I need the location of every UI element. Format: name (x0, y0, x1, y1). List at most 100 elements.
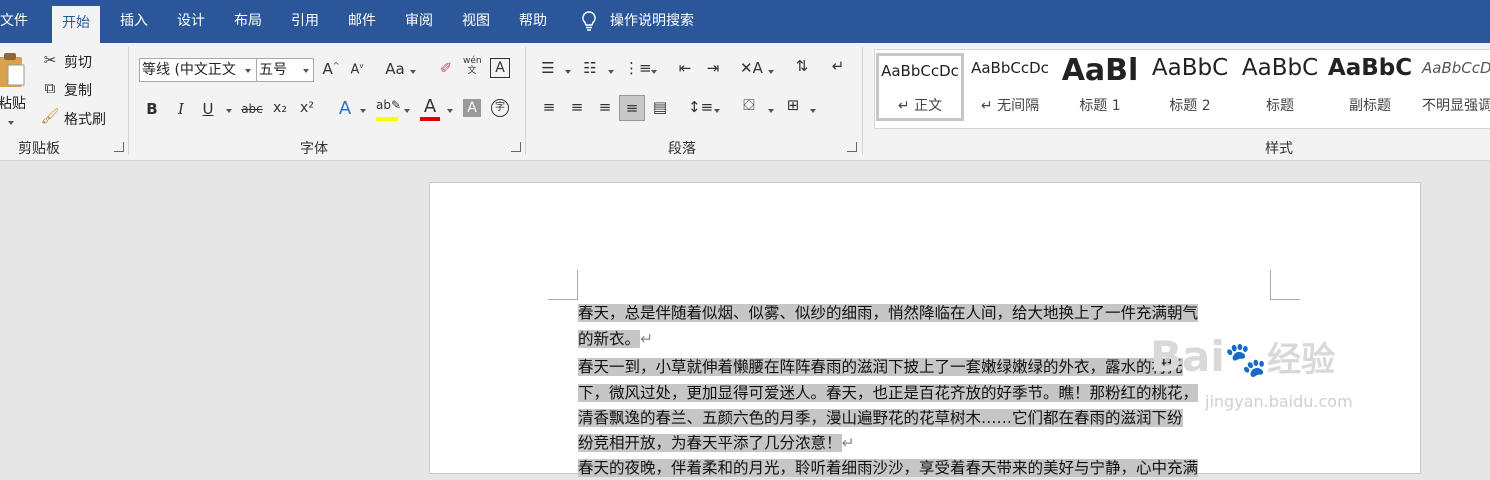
strikethrough-button[interactable]: abc (240, 102, 264, 116)
font-size-dropdown-icon[interactable] (303, 69, 309, 73)
paste-dropdown-icon[interactable] (8, 121, 14, 125)
bold-button[interactable]: B (144, 100, 160, 118)
align-right-icon[interactable]: ≡ (596, 98, 614, 116)
ribbon: 粘贴 ✂ 剪切 ⧉ 复制 🖌 格式刷 剪贴板 等线 (中文正文 五号 A^ Av… (0, 43, 1490, 161)
document-line[interactable]: 春天的夜晚，伴着柔和的月光，聆听着细雨沙沙，享受着春天带来的美好与宁静，心中充满 (578, 456, 1270, 480)
style-title[interactable]: AaBbC 标题 (1236, 53, 1324, 121)
enclose-characters-icon[interactable]: 字 (491, 99, 509, 117)
font-name-combo[interactable]: 等线 (中文正文 (139, 58, 257, 82)
line-spacing-dropdown-icon[interactable] (714, 109, 720, 113)
text-effects-icon[interactable]: A (335, 98, 355, 119)
align-left-icon[interactable]: ≡ (540, 98, 558, 116)
clipboard-launcher-icon[interactable] (114, 142, 124, 152)
clipboard-group-label: 剪贴板 (18, 141, 60, 157)
paste-button[interactable]: 粘贴 (0, 93, 26, 113)
ribbon-tab-bar: 文件 开始 插入 设计 布局 引用 邮件 审阅 视图 帮助 操作说明搜索 (0, 0, 1490, 43)
numbering-icon[interactable]: ☷ (580, 59, 600, 77)
style-normal[interactable]: AaBbCcDc ↵ 正文 (876, 53, 964, 121)
tab-references[interactable]: 引用 (291, 0, 319, 43)
align-center-icon[interactable]: ≡ (568, 98, 586, 116)
multilevel-list-icon[interactable]: ⋮≡ (624, 59, 652, 77)
style-name: 标题 1 (1079, 98, 1121, 114)
borders-dropdown-icon[interactable] (810, 109, 816, 113)
document-line[interactable]: 春天，总是伴随着似烟、似雾、似纱的细雨，悄然降临在人间，给大地换上了一件充满朝气 (578, 301, 1270, 325)
style-name: 不明显强调 (1422, 98, 1490, 114)
document-line[interactable]: 纷竞相开放，为春天平添了几分浓意！↵ (578, 431, 1270, 455)
increase-indent-icon[interactable]: ⇥ (702, 59, 724, 77)
font-color-dropdown-icon[interactable] (447, 109, 453, 113)
shading-dropdown-icon[interactable] (768, 109, 774, 113)
bullets-dropdown-icon[interactable] (565, 70, 571, 74)
bullets-icon[interactable]: ☰ (538, 59, 558, 77)
subscript-button[interactable]: x₂ (271, 100, 289, 116)
lightbulb-icon (582, 11, 596, 31)
style-no-spacing[interactable]: AaBbCcDc ↵ 无间隔 (966, 53, 1054, 121)
distributed-icon[interactable]: ▤ (651, 98, 669, 116)
paragraph-launcher-icon[interactable] (847, 142, 857, 152)
crop-mark (577, 270, 578, 300)
clear-formatting-icon[interactable]: ✐ (436, 59, 456, 77)
highlight-icon[interactable]: ab✎ (376, 98, 401, 112)
style-heading-1[interactable]: AaBl 标题 1 (1056, 53, 1144, 121)
character-border-icon[interactable]: A (490, 58, 510, 78)
numbering-dropdown-icon[interactable] (608, 70, 614, 74)
style-subtle-emphasis[interactable]: AaBbCcD 不明显强调 (1416, 53, 1490, 121)
font-size-value: 五号 (259, 62, 287, 78)
style-sample: AaBbC (1327, 55, 1413, 81)
show-marks-icon[interactable]: ↵ (828, 57, 848, 75)
chinese-layout-dropdown-icon[interactable] (768, 70, 774, 74)
group-divider (525, 47, 526, 155)
font-launcher-icon[interactable] (511, 142, 521, 152)
chinese-layout-icon[interactable]: ✕A (740, 59, 763, 77)
selected-text: 下，微风过处，更加显得可爱迷人。春天，也正是百花齐放的好季节。瞧！那粉红的桃花， (578, 384, 1199, 402)
font-name-dropdown-icon[interactable] (245, 69, 251, 73)
watermark-brand: Bai (1150, 332, 1225, 381)
styles-group-label: 样式 (1265, 141, 1293, 157)
copy-button[interactable]: 复制 (64, 80, 92, 100)
italic-button[interactable]: I (173, 100, 189, 118)
borders-icon[interactable]: ⊞ (782, 96, 804, 114)
tab-insert[interactable]: 插入 (120, 0, 148, 43)
font-color-bar (420, 117, 440, 121)
tab-review[interactable]: 审阅 (405, 0, 433, 43)
cut-button[interactable]: 剪切 (64, 52, 92, 72)
character-shading-icon[interactable]: A (463, 99, 481, 117)
style-sample: AaBbCcDc (971, 59, 1049, 77)
superscript-button[interactable]: x² (298, 100, 316, 116)
change-case-dropdown-icon[interactable] (410, 70, 416, 74)
text-effects-dropdown-icon[interactable] (360, 109, 366, 113)
tab-view[interactable]: 视图 (462, 0, 490, 43)
underline-dropdown-icon[interactable] (226, 109, 232, 113)
tab-layout[interactable]: 布局 (234, 0, 262, 43)
style-name: 副标题 (1349, 98, 1391, 114)
document-line[interactable]: 清香飘逸的春兰、五颜六色的月季，漫山遍野花的花草树木……它们都在春雨的滋润下纷 (578, 406, 1270, 430)
line-spacing-icon[interactable]: ↕≡ (688, 98, 713, 116)
style-heading-2[interactable]: AaBbC 标题 2 (1146, 53, 1234, 121)
multilevel-list-dropdown-icon[interactable] (651, 70, 657, 74)
sort-icon[interactable]: ⇅ (792, 57, 812, 75)
watermark-logo: Bai🐾经验 (1150, 332, 1336, 381)
tab-home[interactable]: 开始 (52, 6, 100, 43)
phonetic-guide-icon[interactable]: wén 文 (463, 56, 482, 76)
document-line[interactable]: 下，微风过处，更加显得可爱迷人。春天，也正是百花齐放的好季节。瞧！那粉红的桃花， (578, 381, 1270, 405)
font-color-icon[interactable]: A (420, 96, 440, 117)
highlight-dropdown-icon[interactable] (404, 109, 410, 113)
scissors-icon: ✂ (43, 51, 57, 69)
format-painter-button[interactable]: 格式刷 (64, 109, 106, 129)
style-subtitle[interactable]: AaBbC 副标题 (1326, 53, 1414, 121)
tab-design[interactable]: 设计 (177, 0, 205, 43)
underline-button[interactable]: U (200, 100, 216, 118)
style-name: ↵ 正文 (897, 98, 943, 114)
tab-file[interactable]: 文件 (0, 0, 28, 43)
shading-icon[interactable]: ⛋ (738, 96, 760, 114)
tab-mailings[interactable]: 邮件 (348, 0, 376, 43)
grow-font-icon[interactable]: A^ (322, 60, 340, 78)
justify-icon[interactable]: ≡ (619, 95, 645, 121)
shrink-font-icon[interactable]: Av (348, 62, 366, 77)
paragraph-mark: ↵ (640, 330, 654, 348)
change-case-icon[interactable]: Aa (384, 60, 406, 78)
copy-icon: ⧉ (44, 79, 56, 97)
tell-me-search[interactable]: 操作说明搜索 (580, 0, 694, 43)
decrease-indent-icon[interactable]: ⇤ (674, 59, 696, 77)
tab-help[interactable]: 帮助 (519, 0, 547, 43)
